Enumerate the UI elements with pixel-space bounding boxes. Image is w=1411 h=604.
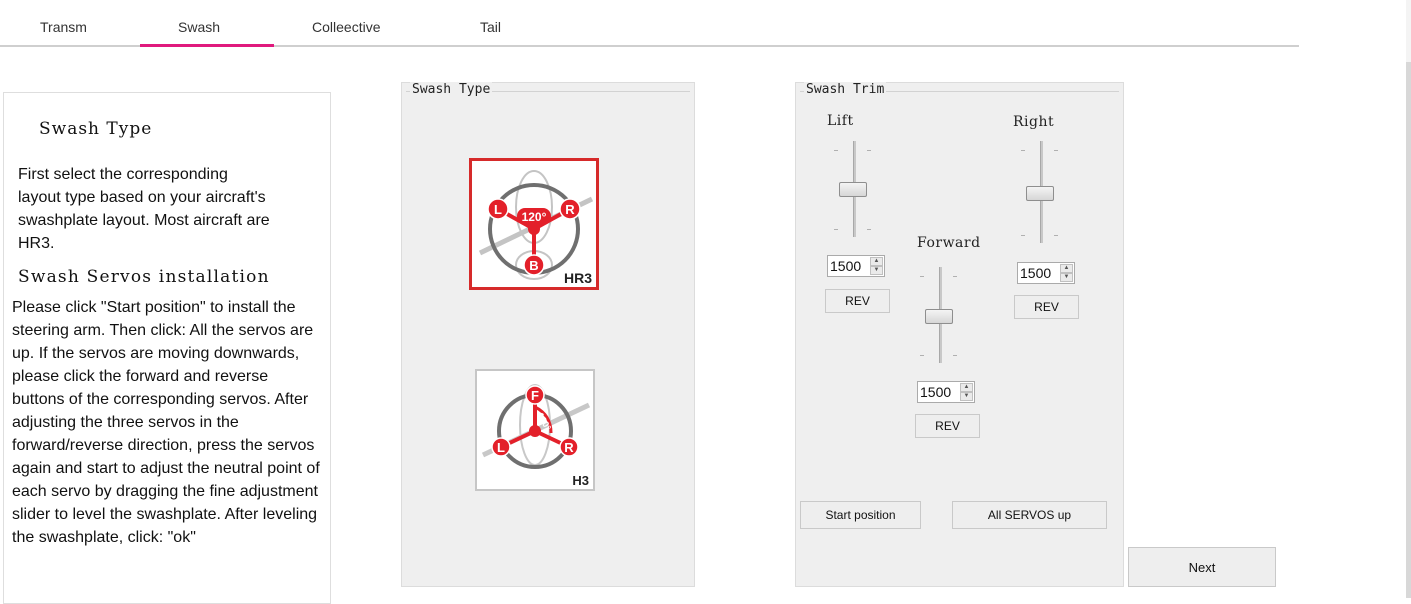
hr3-angle-label: 120° — [522, 210, 547, 224]
lift-slider[interactable] — [834, 141, 874, 237]
right-slider-handle[interactable] — [1026, 186, 1054, 201]
tab-tail[interactable]: Tail — [480, 19, 501, 35]
next-button[interactable]: Next — [1128, 547, 1276, 587]
hr3-servo-l: L — [494, 202, 502, 217]
h3-servo-l: L — [497, 440, 505, 455]
h3-servo-r: R — [564, 440, 574, 455]
forward-value-input[interactable] — [920, 384, 958, 400]
tab-bar: Transm Swash Colleective Tail — [0, 0, 1299, 48]
swash-option-h3[interactable]: 120° F L R H3 — [475, 369, 595, 491]
start-position-button[interactable]: Start position — [800, 501, 921, 529]
hr3-servo-r: R — [565, 202, 575, 217]
all-servos-up-button[interactable]: All SERVOS up — [952, 501, 1107, 529]
hr3-servo-b: B — [529, 258, 538, 273]
right-decrement-arrow[interactable]: ▼ — [1060, 273, 1073, 282]
lift-increment-arrow[interactable]: ▲ — [870, 257, 883, 266]
lift-rev-button[interactable]: REV — [825, 289, 890, 313]
forward-slider-handle[interactable] — [925, 309, 953, 324]
help-paragraph-swash-type: First select the corresponding layout ty… — [18, 166, 270, 252]
tab-transm[interactable]: Transm — [40, 19, 87, 35]
forward-decrement-arrow[interactable]: ▼ — [960, 392, 973, 401]
lift-decrement-arrow[interactable]: ▼ — [870, 266, 883, 275]
forward-rev-button[interactable]: REV — [915, 414, 980, 438]
lift-value-spinbox[interactable]: ▲ ▼ — [827, 255, 885, 277]
vertical-scrollbar[interactable] — [1406, 0, 1411, 598]
scrollbar-thumb[interactable] — [1406, 62, 1411, 598]
lift-value-input[interactable] — [830, 258, 868, 274]
right-label: Right — [1013, 114, 1055, 130]
h3-swashplate-diagram: 120° F L R H3 — [481, 384, 591, 488]
right-value-spinbox[interactable]: ▲ ▼ — [1017, 262, 1075, 284]
right-slider[interactable] — [1021, 141, 1061, 243]
swash-type-title: Swash Type — [410, 82, 493, 97]
swash-trim-title: Swash Trim — [804, 82, 887, 97]
tab-swash[interactable]: Swash — [178, 19, 220, 35]
right-rev-button[interactable]: REV — [1014, 295, 1079, 319]
hr3-code-label: HR3 — [564, 270, 592, 286]
active-tab-indicator — [140, 44, 274, 47]
right-value-input[interactable] — [1020, 265, 1058, 281]
h3-servo-f: F — [531, 388, 539, 403]
help-panel: Swash Type First select the correspondin… — [3, 92, 331, 604]
swash-type-group: Swash Type 120° L R B HR3 120° F L R H3 — [401, 82, 695, 587]
tab-collective[interactable]: Colleective — [312, 19, 380, 35]
right-increment-arrow[interactable]: ▲ — [1060, 264, 1073, 273]
forward-value-spinbox[interactable]: ▲ ▼ — [917, 381, 975, 403]
lift-slider-handle[interactable] — [839, 182, 867, 197]
forward-increment-arrow[interactable]: ▲ — [960, 383, 973, 392]
forward-slider[interactable] — [920, 267, 960, 363]
swash-option-hr3[interactable]: 120° L R B HR3 — [469, 158, 599, 290]
forward-label: Forward — [917, 235, 981, 251]
help-heading-swash-type: Swash Type — [39, 119, 153, 139]
hr3-swashplate-diagram: 120° L R B HR3 — [478, 170, 594, 286]
h3-code-label: H3 — [572, 473, 589, 488]
help-heading-servos-installation: Swash Servos installation — [18, 267, 270, 287]
swash-trim-group: Swash Trim Lift ▲ ▼ REV Right ▲ ▼ REV Fo… — [795, 82, 1124, 587]
lift-label: Lift — [827, 113, 854, 129]
help-paragraph-servos-installation: Please click "Start position" to install… — [12, 299, 320, 546]
